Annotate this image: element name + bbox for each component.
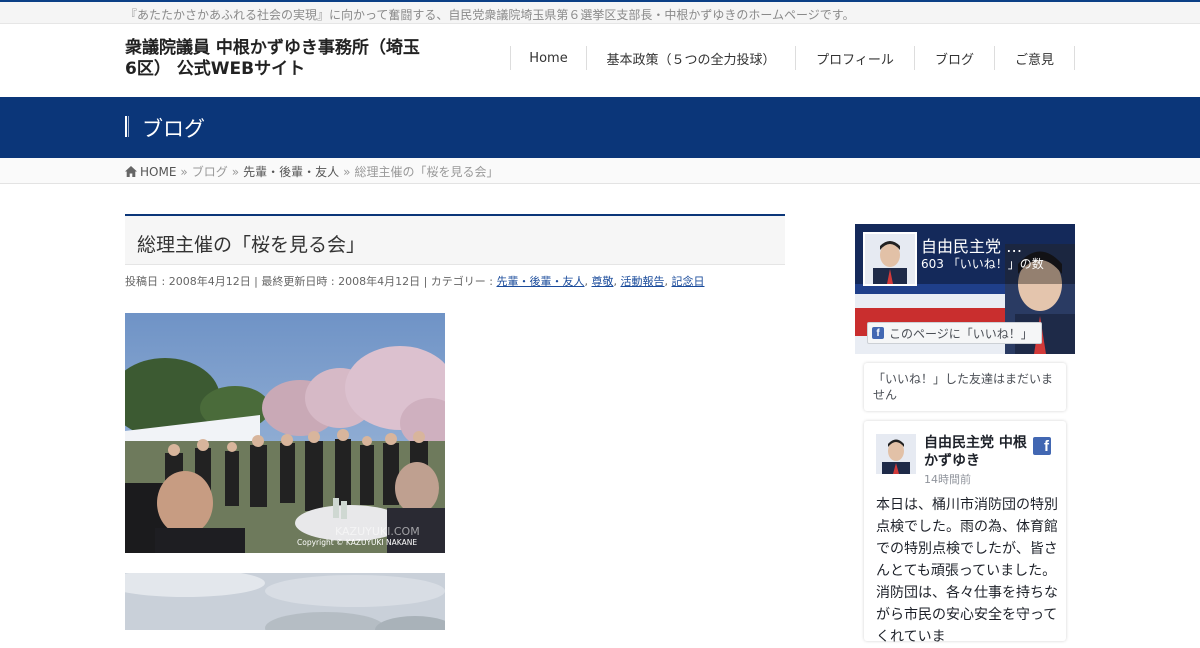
post-meta-dates: 投稿日 : 2008年4月12日 | 最終更新日時 : 2008年4月12日 |…: [125, 275, 497, 288]
nav-item-blog[interactable]: ブログ: [914, 46, 994, 70]
home-icon: [125, 166, 137, 177]
site-title[interactable]: 衆議院議員 中根かずゆき事務所（埼玉6区） 公式WEBサイト: [125, 38, 425, 80]
banner-title: ブログ: [142, 117, 205, 141]
breadcrumb-home-label: HOME: [140, 164, 177, 179]
photo-copyright: Copyright © KAZUYUKI NAKANE: [297, 538, 417, 547]
avatar[interactable]: [876, 434, 916, 474]
facebook-icon: f: [872, 327, 884, 339]
breadcrumb-separator: »: [231, 164, 240, 179]
breadcrumb-home[interactable]: HOME: [125, 165, 176, 179]
breadcrumb: HOME » ブログ » 先輩・後輩・友人 » 総理主催の「桜を見る会」: [0, 158, 1200, 184]
breadcrumb-blog[interactable]: ブログ: [192, 163, 228, 180]
facebook-friends-box: 「いいね！」した友達はまだいません: [864, 363, 1066, 411]
breadcrumb-category[interactable]: 先輩・後輩・友人: [243, 163, 339, 180]
nav-item-policy[interactable]: 基本政策（５つの全力投球）: [586, 46, 795, 70]
facebook-like-count: 603 「いいね！」の数: [921, 257, 1044, 271]
facebook-post-author[interactable]: 自由民主党 中根かずゆき: [924, 434, 1034, 470]
facebook-post-time[interactable]: 14時間前: [924, 471, 971, 487]
facebook-post-card: 自由民主党 中根かずゆき f 14時間前 本日は、桶川市消防団の特別点検でした。…: [864, 421, 1066, 645]
nav-item-blog-label: ブログ: [934, 52, 974, 68]
global-nav: Home 基本政策（５つの全力投球） プロフィール ブログ ご意見: [510, 46, 1075, 70]
facebook-page-card[interactable]: 自由民主党 … 603 「いいね！」の数 f このページに「いいね！」: [855, 224, 1075, 354]
banner-accent: [125, 116, 129, 137]
tagline-bar: 『あたたかさかあふれる社会の実現』に向かって奮闘する、自民党衆議院埼玉県第６選挙…: [0, 2, 1200, 24]
facebook-like-button[interactable]: f このページに「いいね！」: [867, 322, 1042, 344]
breadcrumb-current: 総理主催の「桜を見る会」: [354, 165, 499, 179]
tagline-text: 『あたたかさかあふれる社会の実現』に向かって奮闘する、自民党衆議院埼玉県第６選挙…: [125, 8, 855, 22]
facebook-icon[interactable]: f: [1033, 437, 1051, 455]
post-photo: [125, 573, 445, 630]
category-link[interactable]: 先輩・後輩・友人: [496, 275, 584, 288]
nav-item-home-label: Home: [529, 50, 568, 66]
post-meta: 投稿日 : 2008年4月12日 | 最終更新日時 : 2008年4月12日 |…: [125, 273, 704, 289]
category-link[interactable]: 尊敬: [591, 275, 613, 288]
page-banner: ブログ: [0, 97, 1200, 158]
post-title: 総理主催の「桜を見る会」: [137, 234, 366, 256]
category-link[interactable]: 活動報告: [620, 275, 664, 288]
facebook-page-name[interactable]: 自由民主党 …: [921, 233, 1022, 257]
post-header: 総理主催の「桜を見る会」: [125, 214, 785, 265]
nav-item-policy-label: 基本政策（５つの全力投球）: [606, 52, 776, 68]
category-link[interactable]: 記念日: [671, 275, 704, 288]
breadcrumb-separator: »: [180, 164, 188, 179]
nav-item-opinion-label: ご意見: [1014, 52, 1054, 68]
facebook-like-button-label: このページに「いいね！」: [889, 326, 1033, 341]
facebook-page-avatar[interactable]: [863, 232, 917, 286]
nav-item-home[interactable]: Home: [510, 46, 586, 70]
nav-item-opinion[interactable]: ご意見: [994, 46, 1075, 70]
nav-item-profile[interactable]: プロフィール: [795, 46, 914, 70]
nav-item-profile-label: プロフィール: [816, 52, 894, 68]
photo-watermark: KAZUYUKI.COM: [335, 525, 420, 538]
facebook-post-text: 本日は、桶川市消防団の特別点検でした。雨の為、体育館での特別点検でしたが、皆さん…: [876, 497, 1058, 645]
facebook-friends-text: 「いいね！」した友達はまだいません: [873, 372, 1054, 402]
breadcrumb-separator: »: [343, 164, 351, 179]
post-photo: KAZUYUKI.COM Copyright © KAZUYUKI NAKANE: [125, 313, 445, 553]
